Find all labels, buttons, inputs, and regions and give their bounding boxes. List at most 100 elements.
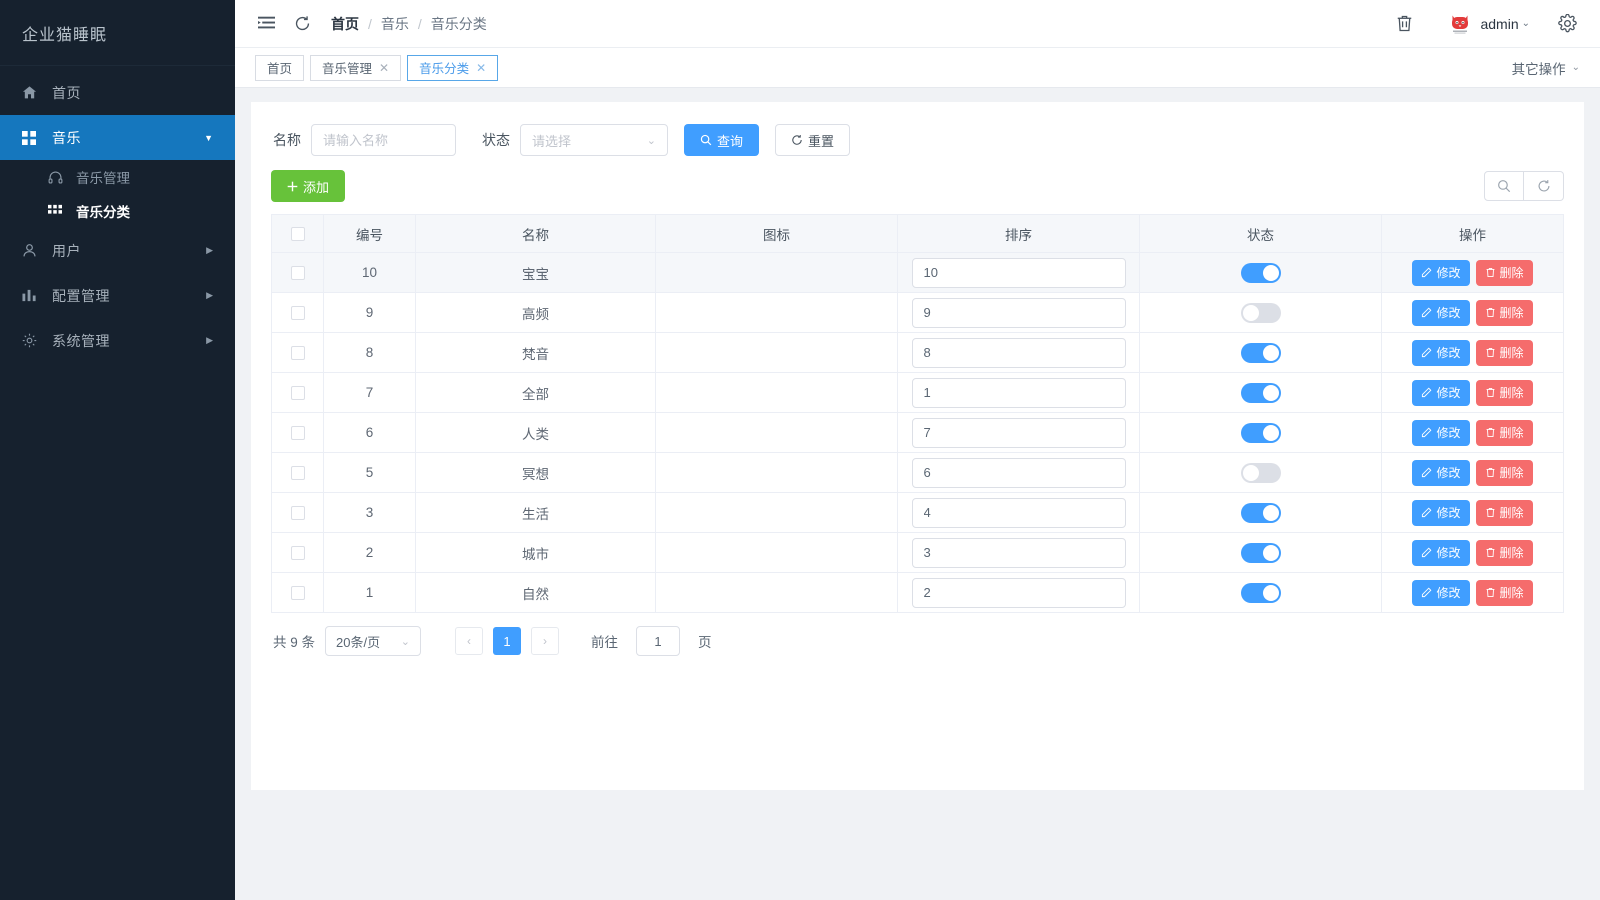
row-checkbox[interactable] bbox=[291, 586, 305, 600]
row-checkbox[interactable] bbox=[291, 266, 305, 280]
row-status-toggle[interactable] bbox=[1241, 303, 1281, 323]
table-row[interactable]: 3生活修改删除 bbox=[272, 493, 1564, 533]
row-checkbox[interactable] bbox=[291, 346, 305, 360]
row-edit-button[interactable]: 修改 bbox=[1412, 460, 1469, 486]
breadcrumb-item-music[interactable]: 音乐 bbox=[381, 14, 409, 34]
trash-icon bbox=[1485, 347, 1496, 358]
name-filter-input[interactable] bbox=[311, 124, 456, 156]
row-edit-button[interactable]: 修改 bbox=[1412, 540, 1469, 566]
row-edit-button[interactable]: 修改 bbox=[1412, 420, 1469, 446]
row-delete-button[interactable]: 删除 bbox=[1476, 340, 1533, 366]
row-sort-input[interactable] bbox=[912, 498, 1126, 528]
row-status-cell bbox=[1140, 253, 1382, 293]
row-delete-button[interactable]: 删除 bbox=[1476, 500, 1533, 526]
row-sort-input[interactable] bbox=[912, 458, 1126, 488]
row-checkbox[interactable] bbox=[291, 546, 305, 560]
row-checkbox[interactable] bbox=[291, 426, 305, 440]
sidebar-item-music-manage[interactable]: 音乐管理 bbox=[0, 160, 235, 194]
row-checkbox[interactable] bbox=[291, 466, 305, 480]
row-status-toggle[interactable] bbox=[1241, 343, 1281, 363]
row-delete-button[interactable]: 删除 bbox=[1476, 540, 1533, 566]
row-sort-input[interactable] bbox=[912, 258, 1126, 288]
row-edit-button[interactable]: 修改 bbox=[1412, 500, 1469, 526]
row-sort-input[interactable] bbox=[912, 338, 1126, 368]
table-row[interactable]: 8梵音修改删除 bbox=[272, 333, 1564, 373]
table-refresh-icon[interactable] bbox=[1524, 171, 1564, 201]
table-row[interactable]: 10宝宝修改删除 bbox=[272, 253, 1564, 293]
row-status-toggle[interactable] bbox=[1241, 423, 1281, 443]
sidebar-item-config[interactable]: 配置管理 ▶ bbox=[0, 273, 235, 318]
add-button[interactable]: 添加 bbox=[271, 170, 345, 202]
menu-collapse-icon[interactable] bbox=[251, 9, 281, 39]
row-delete-button[interactable]: 删除 bbox=[1476, 580, 1533, 606]
settings-gear-icon[interactable] bbox=[1550, 7, 1584, 41]
row-checkbox[interactable] bbox=[291, 386, 305, 400]
row-status-toggle[interactable] bbox=[1241, 503, 1281, 523]
row-checkbox[interactable] bbox=[291, 306, 305, 320]
jump-page-input[interactable] bbox=[636, 626, 680, 656]
prev-page-button[interactable]: ‹ bbox=[455, 627, 483, 655]
table-row[interactable]: 5冥想修改删除 bbox=[272, 453, 1564, 493]
refresh-icon[interactable] bbox=[287, 9, 317, 39]
sidebar-item-music-category[interactable]: 音乐分类 bbox=[0, 194, 235, 228]
trash-icon[interactable] bbox=[1387, 7, 1421, 41]
row-delete-button[interactable]: 删除 bbox=[1476, 260, 1533, 286]
row-edit-button[interactable]: 修改 bbox=[1412, 380, 1469, 406]
row-status-toggle[interactable] bbox=[1241, 383, 1281, 403]
row-delete-button[interactable]: 删除 bbox=[1476, 460, 1533, 486]
status-filter-select[interactable]: 请选择 ⌄ bbox=[520, 124, 668, 156]
row-sort-input[interactable] bbox=[912, 378, 1126, 408]
row-sort-input[interactable] bbox=[912, 578, 1126, 608]
tab-music-manage[interactable]: 音乐管理 ✕ bbox=[310, 55, 401, 81]
select-all-checkbox[interactable] bbox=[291, 227, 305, 241]
user-menu[interactable]: admin ⌄ bbox=[1480, 16, 1530, 32]
pencil-icon bbox=[1421, 507, 1432, 518]
row-name: 生活 bbox=[416, 493, 656, 533]
page-size-select[interactable]: 20条/页 ⌄ bbox=[325, 626, 421, 656]
next-page-button[interactable]: › bbox=[531, 627, 559, 655]
reset-button[interactable]: 重置 bbox=[775, 124, 850, 156]
table-row[interactable]: 7全部修改删除 bbox=[272, 373, 1564, 413]
row-sort-input[interactable] bbox=[912, 538, 1126, 568]
cat-logo-avatar bbox=[1447, 11, 1473, 37]
table-row[interactable]: 2城市修改删除 bbox=[272, 533, 1564, 573]
row-edit-button[interactable]: 修改 bbox=[1412, 580, 1469, 606]
row-sort-input[interactable] bbox=[912, 418, 1126, 448]
table-search-toggle-icon[interactable] bbox=[1484, 171, 1524, 201]
search-button[interactable]: 查询 bbox=[684, 124, 759, 156]
refresh-icon bbox=[791, 134, 803, 146]
page-number-1[interactable]: 1 bbox=[493, 627, 521, 655]
breadcrumb-item-music-category[interactable]: 音乐分类 bbox=[431, 14, 487, 34]
top-header: 首页 / 音乐 / 音乐分类 bbox=[235, 0, 1600, 48]
breadcrumb-item-home[interactable]: 首页 bbox=[331, 14, 359, 34]
row-actions: 修改删除 bbox=[1382, 340, 1563, 366]
tab-music-category[interactable]: 音乐分类 ✕ bbox=[407, 55, 498, 81]
table-row[interactable]: 6人类修改删除 bbox=[272, 413, 1564, 453]
chevron-right-icon: ▶ bbox=[206, 290, 213, 301]
close-icon[interactable]: ✕ bbox=[379, 61, 389, 75]
row-edit-button[interactable]: 修改 bbox=[1412, 300, 1469, 326]
row-checkbox[interactable] bbox=[291, 506, 305, 520]
row-status-toggle[interactable] bbox=[1241, 583, 1281, 603]
row-edit-button[interactable]: 修改 bbox=[1412, 340, 1469, 366]
row-delete-button[interactable]: 删除 bbox=[1476, 420, 1533, 446]
sidebar-item-user[interactable]: 用户 ▶ bbox=[0, 228, 235, 273]
grid-icon bbox=[22, 131, 42, 145]
main-area: 首页 / 音乐 / 音乐分类 bbox=[235, 0, 1600, 900]
row-edit-button[interactable]: 修改 bbox=[1412, 260, 1469, 286]
sidebar-item-system[interactable]: 系统管理 ▶ bbox=[0, 318, 235, 363]
table-row[interactable]: 9高频修改删除 bbox=[272, 293, 1564, 333]
tab-home[interactable]: 首页 bbox=[255, 55, 304, 81]
row-sort-input[interactable] bbox=[912, 298, 1126, 328]
table-row[interactable]: 1自然修改删除 bbox=[272, 573, 1564, 613]
row-status-toggle[interactable] bbox=[1241, 463, 1281, 483]
row-delete-button[interactable]: 删除 bbox=[1476, 380, 1533, 406]
sidebar-item-music[interactable]: 音乐 ▼ bbox=[0, 115, 235, 160]
other-operations-menu[interactable]: 其它操作 ⌄ bbox=[1512, 58, 1580, 78]
row-id: 7 bbox=[324, 373, 416, 413]
close-icon[interactable]: ✕ bbox=[476, 61, 486, 75]
row-status-toggle[interactable] bbox=[1241, 543, 1281, 563]
sidebar-item-home[interactable]: 首页 bbox=[0, 70, 235, 115]
row-delete-button[interactable]: 删除 bbox=[1476, 300, 1533, 326]
row-status-toggle[interactable] bbox=[1241, 263, 1281, 283]
